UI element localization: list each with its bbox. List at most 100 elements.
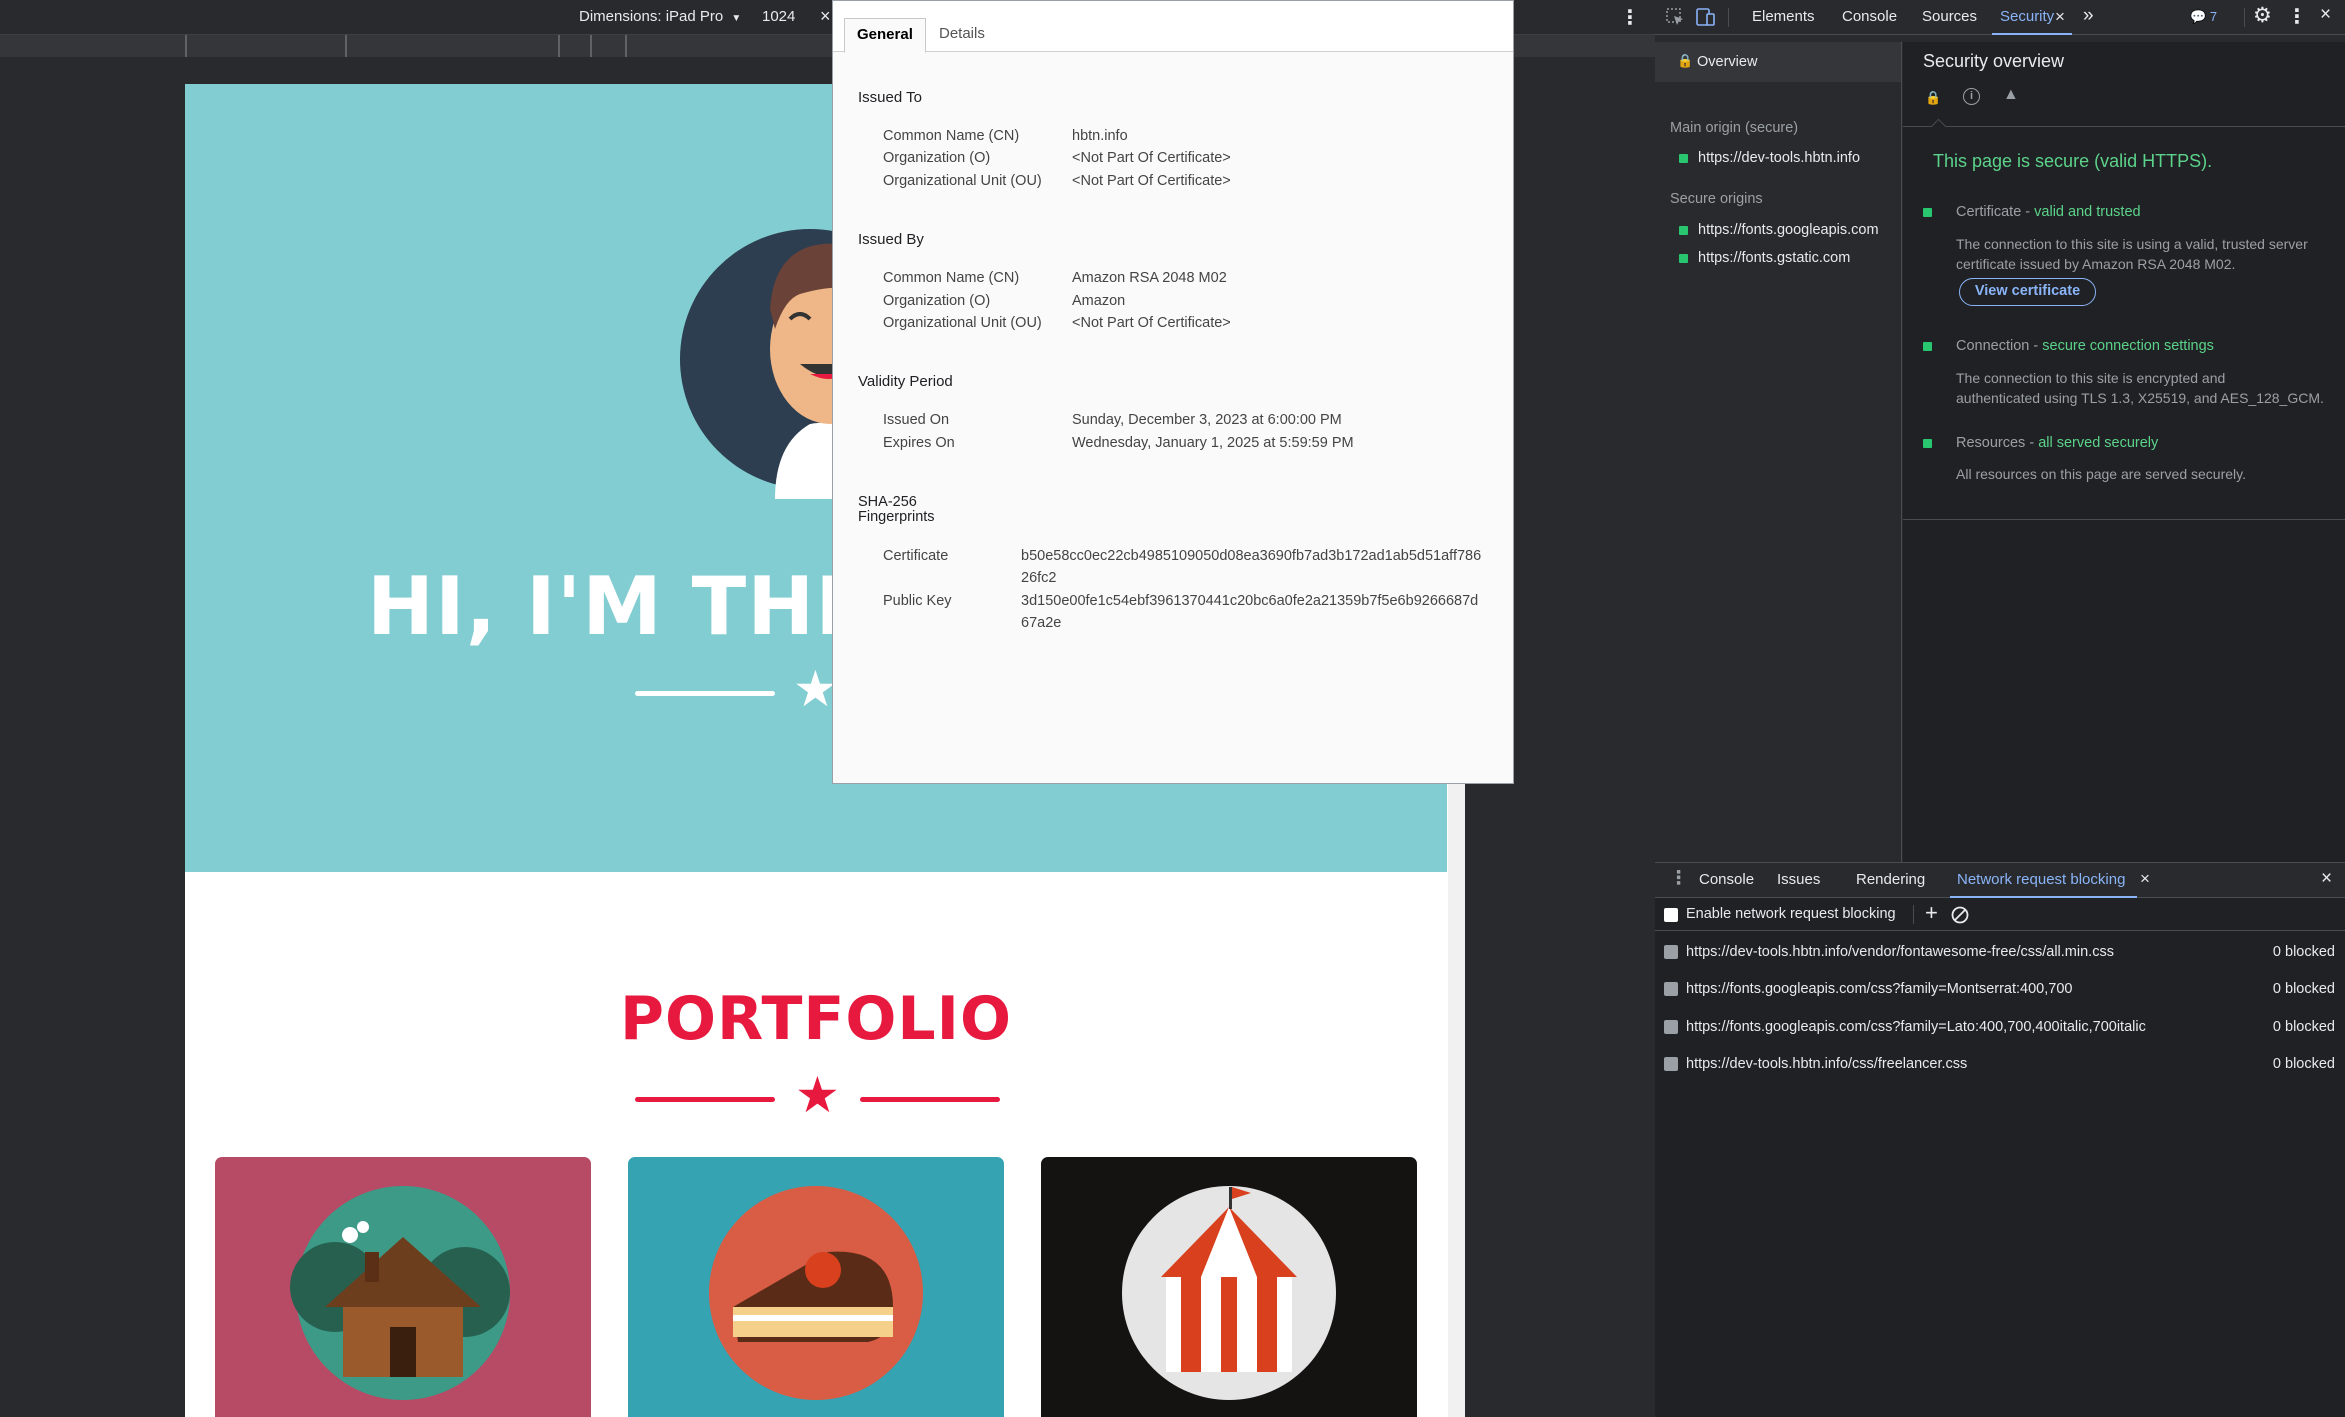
warning-icon[interactable]: ▲ (2003, 86, 2019, 104)
pattern-checkbox[interactable] (1664, 1020, 1678, 1034)
device-toggle-icon[interactable] (1696, 8, 1716, 27)
sidebar-item-overview[interactable]: 🔒 Overview (1655, 42, 1901, 82)
lock-icon[interactable]: 🔒 (1925, 90, 1941, 106)
connection-row: Connection - secure connection settings (1956, 338, 2214, 354)
tab-general[interactable]: General (844, 18, 926, 53)
secure-origin-url: https://fonts.gstatic.com (1698, 250, 1851, 266)
sidebar-item-main-origin[interactable]: https://dev-tools.hbtn.info (1655, 145, 1901, 173)
fingerprints-heading-line1: SHA-256 (858, 494, 917, 510)
issues-icon: 💬 (2190, 9, 2207, 24)
portfolio-divider-left (635, 1097, 775, 1102)
hero-title: HI, I'M THE (367, 560, 871, 653)
drawer-tab-rendering[interactable]: Rendering (1856, 863, 1925, 898)
portfolio-card-cake[interactable] (628, 1157, 1004, 1417)
blocked-pattern-row[interactable]: https://dev-tools.hbtn.info/css/freelanc… (1655, 1048, 2345, 1085)
issued-by-heading: Issued By (858, 231, 924, 248)
certificate-viewer-dialog: General Details Issued To Common Name (C… (832, 0, 1514, 784)
tab-security[interactable]: Security × (1992, 0, 2072, 35)
issues-count: 7 (2209, 9, 2218, 24)
pattern-url: https://fonts.googleapis.com/css?family=… (1686, 1019, 2146, 1035)
close-icon[interactable]: × (2055, 7, 2065, 27)
info-icon[interactable]: i (1963, 88, 1980, 105)
pattern-checkbox[interactable] (1664, 945, 1678, 959)
resources-label: Resources - (1956, 435, 2039, 451)
portfolio-title: PORTFOLIO (620, 984, 1012, 1054)
main-origin-heading: Main origin (secure) (1670, 120, 1799, 136)
drawer-menu-icon[interactable]: ⋮ (1669, 867, 1688, 890)
toolbar-separator (1913, 905, 1914, 924)
enable-blocking-label: Enable network request blocking (1686, 906, 1896, 922)
issued-to-ou-label: Organizational Unit (OU) (883, 173, 1042, 189)
issued-to-o-value: <Not Part Of Certificate> (1072, 150, 1231, 166)
tab-details[interactable]: Details (927, 18, 997, 53)
resources-description: All resources on this page are served se… (1956, 466, 2246, 482)
close-icon[interactable]: × (2140, 869, 2150, 889)
chevron-down-icon: ▼ (731, 13, 742, 24)
device-close-icon[interactable]: × (820, 6, 831, 27)
pattern-checkbox[interactable] (1664, 982, 1678, 996)
issued-on-value: Sunday, December 3, 2023 at 6:00:00 PM (1072, 412, 1342, 428)
sidebar-overview-label: Overview (1697, 54, 1758, 70)
tab-elements[interactable]: Elements (1752, 0, 1815, 35)
portfolio-card-circus[interactable] (1041, 1157, 1417, 1417)
issued-by-o-label: Organization (O) (883, 293, 991, 309)
certificate-fingerprint-line2: 26fc2 (1021, 570, 1057, 586)
connection-description: The connection to this site is encrypted… (1956, 368, 2324, 408)
issued-by-cn-label: Common Name (CN) (883, 270, 1020, 286)
toolbar-separator (2244, 8, 2245, 27)
blocked-pattern-row[interactable]: https://fonts.googleapis.com/css?family=… (1655, 973, 2345, 1010)
add-pattern-icon[interactable]: + (1925, 900, 1938, 926)
portfolio-card-cabin[interactable] (215, 1157, 591, 1417)
customize-menu-icon[interactable]: ⋮ (2287, 4, 2307, 29)
close-drawer-icon[interactable]: × (2321, 868, 2332, 890)
certificate-description: The connection to this site is using a v… (1956, 234, 2308, 274)
cabin-icon (290, 1186, 510, 1400)
security-overview-panel: Security overview 🔒 i ▲ This page is sec… (1903, 42, 2345, 862)
inspect-element-icon[interactable] (1666, 8, 1685, 27)
issued-by-ou-value: <Not Part Of Certificate> (1072, 315, 1231, 331)
portfolio-divider-right (860, 1097, 1000, 1102)
ruler-tick (625, 35, 627, 57)
certificate-label: Certificate - (1956, 204, 2035, 220)
star-icon: ★ (795, 1067, 840, 1123)
toolbar-separator (1728, 8, 1729, 27)
connection-description-line1: The connection to this site is encrypted… (1956, 370, 2226, 386)
issues-counter[interactable]: 💬 7 (2190, 9, 2217, 27)
issued-to-cn-value: hbtn.info (1072, 128, 1128, 144)
certificate-row: Certificate - valid and trusted (1956, 204, 2141, 220)
secure-status-icon (1679, 226, 1688, 235)
drawer-tab-issues[interactable]: Issues (1777, 863, 1820, 898)
device-width-input[interactable]: 1024 (762, 8, 795, 25)
secure-origin-url: https://fonts.googleapis.com (1698, 222, 1879, 238)
gear-icon[interactable]: ⚙ (2253, 3, 2272, 28)
drawer-tab-network-request-blocking[interactable]: Network request blocking × (1950, 863, 2150, 898)
enable-blocking-checkbox[interactable] (1664, 908, 1678, 922)
fingerprints-heading: SHA-256 Fingerprints (858, 495, 935, 525)
public-key-fingerprint-line1: 3d150e00fe1c54ebf3961370441c20bc6a0fe2a2… (1021, 593, 1479, 609)
issued-to-o-label: Organization (O) (883, 150, 991, 166)
issued-to-ou-value: <Not Part Of Certificate> (1072, 173, 1231, 189)
secure-status-icon (1679, 254, 1688, 263)
resources-row: Resources - all served securely (1956, 435, 2158, 451)
device-more-icon[interactable]: ⋮ (1620, 5, 1640, 30)
tab-console[interactable]: Console (1842, 0, 1897, 35)
pattern-blocked-count: 0 blocked (2272, 981, 2335, 997)
pattern-blocked-count: 0 blocked (2272, 1019, 2335, 1035)
close-devtools-icon[interactable]: × (2320, 4, 2331, 26)
view-certificate-button[interactable]: View certificate (1959, 278, 2096, 306)
pattern-checkbox[interactable] (1664, 1057, 1678, 1071)
blocked-pattern-row[interactable]: https://dev-tools.hbtn.info/vendor/fonta… (1655, 936, 2345, 973)
blocked-pattern-row[interactable]: https://fonts.googleapis.com/css?family=… (1655, 1011, 2345, 1048)
sidebar-item-secure-origin[interactable]: https://fonts.gstatic.com (1655, 245, 1901, 273)
more-tabs-icon[interactable]: » (2083, 5, 2094, 27)
expires-on-label: Expires On (883, 435, 955, 451)
sidebar-item-secure-origin[interactable]: https://fonts.googleapis.com (1655, 217, 1901, 245)
selected-indicator-arrow (1930, 118, 1947, 135)
certificate-status: valid and trusted (2034, 204, 2141, 220)
device-dimensions-dropdown[interactable]: Dimensions: iPad Pro ▼ (579, 8, 741, 25)
drawer-tab-console[interactable]: Console (1699, 863, 1754, 898)
issued-on-label: Issued On (883, 412, 950, 428)
tab-sources[interactable]: Sources (1922, 0, 1977, 35)
expires-on-value: Wednesday, January 1, 2025 at 5:59:59 PM (1072, 435, 1354, 451)
remove-all-patterns-icon[interactable] (1951, 906, 1969, 924)
